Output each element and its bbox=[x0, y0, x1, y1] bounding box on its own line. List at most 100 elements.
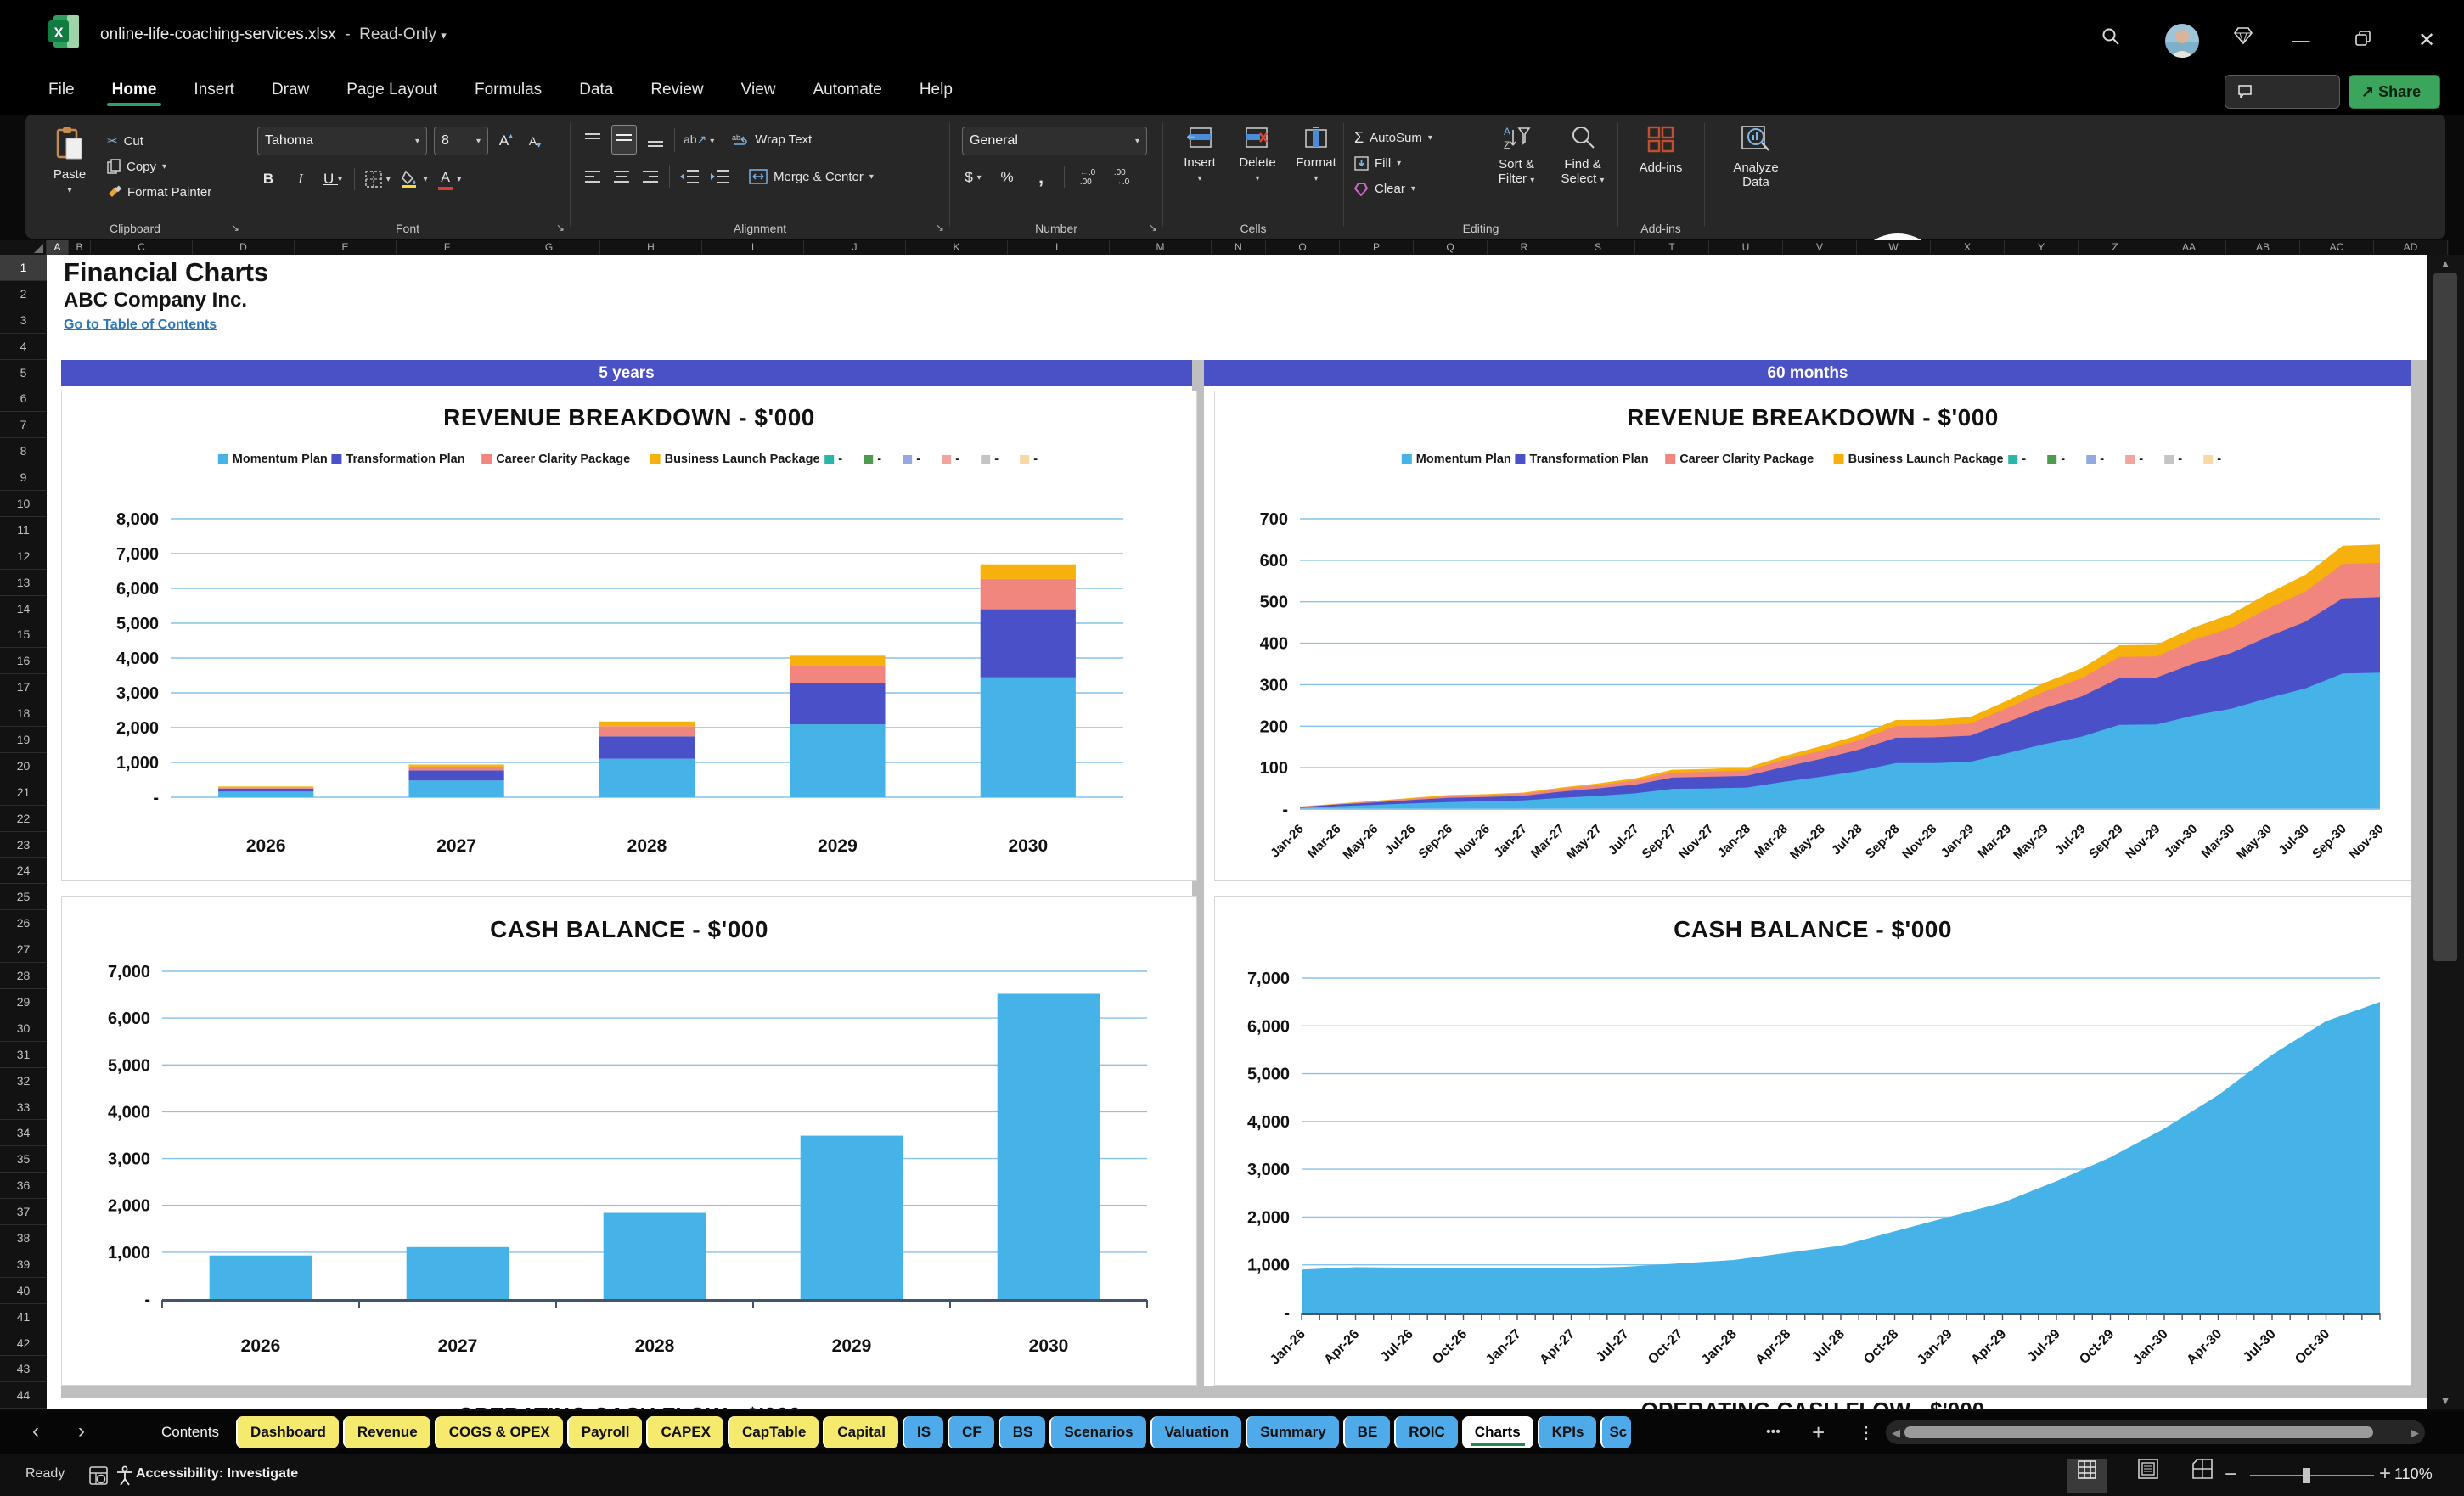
row-header-36[interactable]: 36 bbox=[0, 1173, 47, 1200]
column-header-Y[interactable]: Y bbox=[2005, 240, 2079, 255]
menu-tab-view[interactable]: View bbox=[740, 72, 778, 108]
font-dialog-launcher[interactable]: ↘ bbox=[556, 222, 565, 233]
column-header-T[interactable]: T bbox=[1635, 240, 1709, 255]
column-header-K[interactable]: K bbox=[906, 240, 1008, 255]
sheet-tab-capex[interactable]: CAPEX bbox=[646, 1416, 724, 1448]
table-of-contents-link[interactable]: Go to Table of Contents bbox=[64, 318, 217, 333]
menu-tab-file[interactable]: File bbox=[47, 72, 76, 108]
insert-cells-button[interactable]: Insert ▾ bbox=[1173, 127, 1226, 186]
row-header-43[interactable]: 43 bbox=[0, 1356, 47, 1383]
cut-button[interactable]: ✂ Cut bbox=[107, 128, 211, 154]
number-format-select[interactable]: General ▾ bbox=[962, 127, 1147, 155]
sheet-tab-dashboard[interactable]: Dashboard bbox=[236, 1416, 339, 1448]
sheet-tab-bs[interactable]: BS bbox=[998, 1416, 1046, 1448]
font-color-button[interactable]: A ▾ bbox=[437, 167, 461, 191]
scroll-down-icon[interactable]: ▼ bbox=[2427, 1394, 2464, 1407]
sheet-tab-revenue[interactable]: Revenue bbox=[342, 1416, 430, 1448]
sheet-tab-summary[interactable]: Summary bbox=[1246, 1416, 1339, 1448]
increase-decimal-button[interactable]: ←.0.00 bbox=[1077, 166, 1099, 189]
chart-cash-balance-60m[interactable]: CASH BALANCE - $'000 - 1,000 2,000 3,000 4,00… bbox=[1214, 896, 2411, 1386]
search-icon[interactable] bbox=[2094, 24, 2128, 58]
column-header-L[interactable]: L bbox=[1008, 240, 1110, 255]
row-header-32[interactable]: 32 bbox=[0, 1068, 47, 1094]
column-header-W[interactable]: W bbox=[1857, 240, 1931, 255]
percent-button[interactable]: % bbox=[996, 166, 1018, 189]
row-header-12[interactable]: 12 bbox=[0, 543, 47, 570]
sheet-tab-be[interactable]: BE bbox=[1342, 1416, 1391, 1448]
column-header-N[interactable]: N bbox=[1212, 240, 1266, 255]
close-button[interactable]: ✕ bbox=[2410, 24, 2444, 58]
row-header-34[interactable]: 34 bbox=[0, 1120, 47, 1147]
decrease-decimal-button[interactable]: .00 →.0 bbox=[1111, 166, 1133, 189]
row-header-13[interactable]: 13 bbox=[0, 570, 47, 596]
row-header-38[interactable]: 38 bbox=[0, 1225, 47, 1251]
menu-tab-review[interactable]: Review bbox=[649, 72, 705, 108]
row-header-3[interactable]: 3 bbox=[0, 307, 47, 334]
zoom-out-button[interactable]: − bbox=[2225, 1463, 2236, 1487]
align-bottom-icon[interactable] bbox=[645, 130, 666, 150]
wrap-text-button[interactable]: ab Wrap Text bbox=[732, 127, 812, 153]
menu-tab-page-layout[interactable]: Page Layout bbox=[345, 72, 439, 108]
row-header-1[interactable]: 1 bbox=[0, 255, 47, 281]
font-name-select[interactable]: Tahoma ▾ bbox=[257, 127, 427, 155]
orientation-button[interactable]: ab↗ ▾ bbox=[684, 132, 714, 147]
column-header-AD[interactable]: AD bbox=[2374, 240, 2448, 255]
column-header-F[interactable]: F bbox=[397, 240, 498, 255]
underline-button[interactable]: U ▾ bbox=[322, 167, 344, 191]
font-size-select[interactable]: 8 ▾ bbox=[434, 127, 488, 155]
horizontal-scrollbar-thumb[interactable] bbox=[1904, 1426, 2373, 1438]
sheet-tab-is[interactable]: IS bbox=[902, 1416, 944, 1448]
column-header-Q[interactable]: Q bbox=[1414, 240, 1488, 255]
align-center-icon[interactable] bbox=[611, 166, 632, 187]
column-header-H[interactable]: H bbox=[600, 240, 702, 255]
accessibility-icon[interactable] bbox=[115, 1465, 134, 1486]
row-header-19[interactable]: 19 bbox=[0, 727, 47, 753]
sheet-tab-sc[interactable]: Sc bbox=[1600, 1416, 1632, 1448]
column-header-E[interactable]: E bbox=[295, 240, 397, 255]
menu-tab-data[interactable]: Data bbox=[577, 72, 615, 108]
chart-cash-balance-5y[interactable]: CASH BALANCE - $'000 - 1,000 2,000 3,000 4,00… bbox=[61, 896, 1197, 1386]
document-title[interactable]: online-life-coaching-services.xlsx - Rea… bbox=[100, 25, 447, 44]
menu-tab-help[interactable]: Help bbox=[918, 72, 954, 108]
align-middle-icon[interactable] bbox=[614, 127, 634, 148]
menu-tab-formulas[interactable]: Formulas bbox=[473, 72, 543, 108]
zoom-slider-thumb[interactable] bbox=[2303, 1468, 2310, 1483]
bold-button[interactable]: B bbox=[257, 167, 279, 191]
row-header-42[interactable]: 42 bbox=[0, 1330, 47, 1357]
row-header-44[interactable]: 44 bbox=[0, 1382, 47, 1409]
sheet-tab-roic[interactable]: ROIC bbox=[1394, 1416, 1458, 1448]
fill-color-button[interactable]: ▾ bbox=[401, 167, 428, 191]
column-header-I[interactable]: I bbox=[702, 240, 804, 255]
italic-button[interactable]: I bbox=[290, 167, 312, 191]
scroll-up-icon[interactable]: ▲ bbox=[2427, 257, 2464, 270]
row-header-11[interactable]: 11 bbox=[0, 517, 47, 543]
row-header-33[interactable]: 33 bbox=[0, 1094, 47, 1121]
decrease-indent-icon[interactable] bbox=[678, 166, 700, 187]
currency-button[interactable]: $ ▾ bbox=[962, 166, 984, 189]
sheet-tab-scenarios[interactable]: Scenarios bbox=[1049, 1416, 1146, 1448]
column-header-O[interactable]: O bbox=[1266, 240, 1340, 255]
menu-tab-automate[interactable]: Automate bbox=[811, 72, 883, 108]
column-header-R[interactable]: R bbox=[1488, 240, 1561, 255]
row-header-17[interactable]: 17 bbox=[0, 674, 47, 701]
sheet-options-kebab-icon[interactable]: ⋮ bbox=[1858, 1411, 1875, 1454]
sheet-tab-kpis[interactable]: KPIs bbox=[1537, 1416, 1597, 1448]
number-dialog-launcher[interactable]: ↘ bbox=[1149, 222, 1157, 233]
column-header-D[interactable]: D bbox=[193, 240, 295, 255]
row-header-8[interactable]: 8 bbox=[0, 438, 47, 465]
row-header-27[interactable]: 27 bbox=[0, 936, 47, 964]
align-right-icon[interactable] bbox=[640, 166, 661, 187]
sheet-tab-charts[interactable]: Charts bbox=[1461, 1416, 1533, 1448]
zoom-slider[interactable] bbox=[2250, 1475, 2374, 1476]
decrease-font-button[interactable]: A ▾ bbox=[524, 129, 546, 153]
row-header-10[interactable]: 10 bbox=[0, 491, 47, 517]
row-header-14[interactable]: 14 bbox=[0, 596, 47, 622]
sheet-tab-payroll[interactable]: Payroll bbox=[566, 1416, 643, 1448]
sheet-tab-capital[interactable]: Capital bbox=[823, 1416, 898, 1448]
sheet-nav-next-icon[interactable]: › bbox=[78, 1420, 85, 1443]
vertical-scrollbar[interactable]: ▲ ▼ bbox=[2427, 255, 2464, 1409]
share-button[interactable]: ↗ Share ▾ bbox=[2349, 75, 2440, 132]
align-left-icon[interactable] bbox=[582, 166, 603, 187]
alignment-dialog-launcher[interactable]: ↘ bbox=[936, 222, 944, 233]
sheet-tab-cf[interactable]: CF bbox=[948, 1416, 994, 1448]
